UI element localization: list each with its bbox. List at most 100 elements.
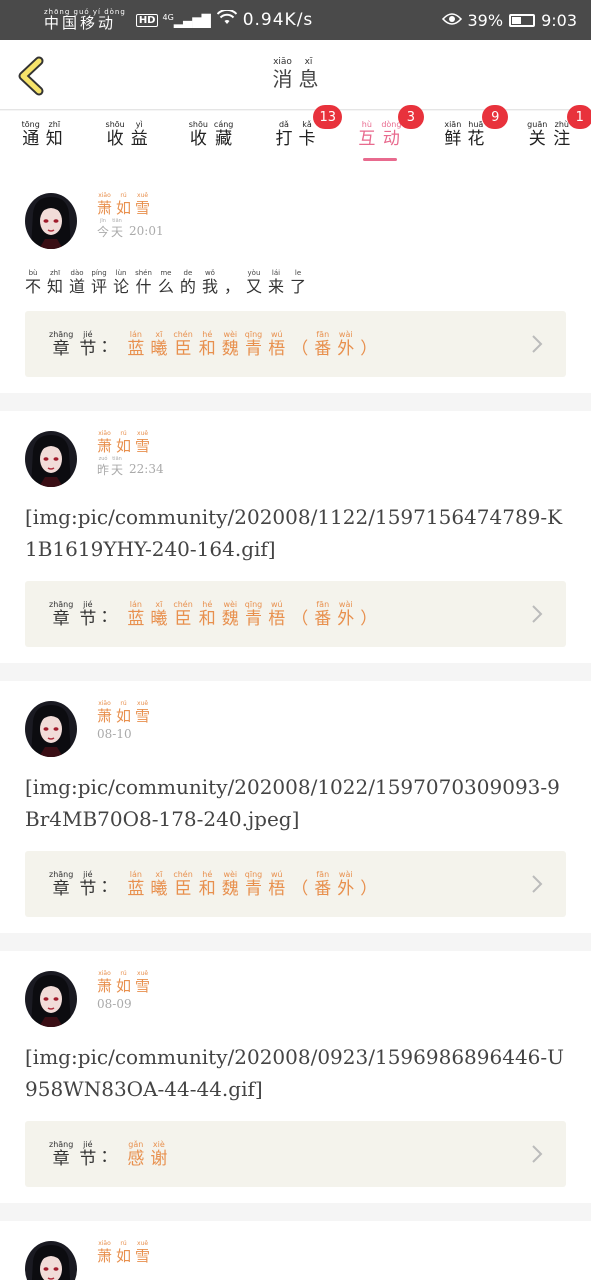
chapter-link[interactable]: zhāng 章 jié 节： lán 蓝 xī 曦 chén 臣 hé 和 wèi 魏 qīng 青 wú 梧 （…	[25, 851, 566, 917]
hanzi: 章	[52, 878, 70, 899]
message-header: xiāo 萧 rú 如 xuě 雪 jīn 今 tiān 天 20:01	[25, 191, 566, 249]
hanzi: 萧	[97, 707, 113, 725]
tab-shōu-cáng[interactable]: shōu 收 cáng 藏	[169, 111, 253, 173]
message-card[interactable]: xiāo 萧 rú 如 xuě 雪	[0, 1221, 591, 1280]
hanzi: （	[291, 878, 309, 899]
username[interactable]: xiāo 萧 rú 如 xuě 雪	[97, 971, 150, 994]
pinyin: de	[183, 269, 193, 277]
message-card[interactable]: xiāo 萧 rú 如 xuě 雪 zuó 昨 tiān 天 22:34 [img:pic/commu…	[0, 411, 591, 663]
message-meta: xiāo 萧 rú 如 xuě 雪 08-09	[97, 971, 150, 1012]
message-text: [img:pic/community/202008/0923/159698689…	[25, 1045, 565, 1101]
chevron-right-icon	[530, 1144, 544, 1164]
pinyin: le	[294, 269, 302, 277]
message-char: de 的	[180, 270, 196, 295]
pinyin: chén	[173, 599, 193, 609]
chapter-name-char: hé 和	[198, 330, 216, 359]
pinyin: shén	[135, 269, 152, 277]
hanzi: ）	[360, 338, 378, 359]
message-card[interactable]: xiāo 萧 rú 如 xuě 雪 08-09 [img:pic/community/2020…	[0, 951, 591, 1203]
username[interactable]: xiāo 萧 rú 如 xuě 雪	[97, 1241, 150, 1264]
message-card[interactable]: xiāo 萧 rú 如 xuě 雪 jīn 今 tiān 天 20:01 bù 不 zhī 知 dào 道 pín…	[0, 173, 591, 393]
avatar[interactable]	[25, 193, 77, 249]
username-char: xiāo 萧	[97, 971, 112, 994]
hanzi: 外	[337, 338, 355, 359]
pinyin: zhù	[554, 120, 569, 129]
tab-hù-dòng[interactable]: hù 互 dòng 动 3	[338, 105, 424, 173]
pinyin: hù	[361, 120, 372, 129]
message-char: lái 来	[268, 270, 284, 295]
username[interactable]: xiāo 萧 rú 如 xuě 雪	[97, 701, 150, 724]
avatar[interactable]	[25, 971, 77, 1027]
avatar[interactable]	[25, 431, 77, 487]
chapter-label: zhāng 章 jié 节	[49, 600, 96, 628]
pinyin: wài	[338, 599, 353, 609]
avatar[interactable]	[25, 1241, 77, 1280]
chapter-name: lán 蓝 xī 曦 chén 臣 hé 和 wèi 魏 qīng 青 wú 梧 （fān 番 wài 外 ）	[127, 599, 378, 629]
chapter-link[interactable]: zhāng 章 jié 节： lán 蓝 xī 曦 chén 臣 hé 和 wèi 魏 qīng 青 wú 梧 （…	[25, 581, 566, 647]
pinyin: zhāng	[49, 869, 74, 879]
hanzi: 谢	[150, 1148, 168, 1169]
chapter-label: zhāng 章 jié 节	[49, 329, 96, 358]
hanzi: 臣	[174, 608, 192, 629]
hanzi: 鲜	[444, 129, 462, 149]
unread-badge: 3	[397, 105, 424, 129]
message-char: ，	[224, 270, 240, 295]
hanzi: 魏	[221, 878, 239, 899]
chapter-name-char: hé 和	[198, 600, 216, 629]
tab-xiān-huā[interactable]: xiān 鲜 huā 花 9	[422, 105, 509, 173]
hanzi: 雪	[135, 977, 151, 995]
hanzi: 青	[245, 878, 263, 899]
hanzi: 和	[198, 338, 216, 359]
chapter-name: lán 蓝 xī 曦 chén 臣 hé 和 wèi 魏 qīng 青 wú 梧 （fān 番 wài 外 ）	[127, 870, 377, 899]
hanzi: 和	[198, 608, 216, 629]
hanzi: 来	[267, 277, 284, 296]
carrier: zhōng guó yí dòng 中国移动	[44, 9, 126, 31]
pinyin: wèi	[223, 329, 238, 339]
username-char: rú 如	[116, 431, 131, 454]
pinyin: qīng	[244, 329, 263, 339]
chapter-link[interactable]: zhāng 章 jié 节： gǎn 感 xiè 谢	[25, 1121, 566, 1187]
username-char: xuě 雪	[135, 193, 150, 216]
hanzi: ）	[360, 608, 378, 629]
tab-label-char: shōu 收	[189, 121, 208, 173]
battery-icon	[509, 13, 536, 27]
username[interactable]: xiāo 萧 rú 如 xuě 雪	[97, 431, 164, 454]
hanzi: 如	[116, 437, 132, 455]
pinyin: jié	[83, 329, 93, 339]
chapter-label-char: jié 节	[79, 870, 96, 898]
chapter-link[interactable]: zhāng 章 jié 节： lán 蓝 xī 曦 chén 臣 hé 和 wèi 魏 qīng 青 wú 梧 （…	[25, 311, 566, 377]
chapter-name-char: qīng 青	[244, 329, 263, 358]
username-char: xiāo 萧	[97, 193, 112, 216]
hanzi: 天	[111, 463, 124, 477]
username[interactable]: xiāo 萧 rú 如 xuě 雪	[97, 193, 164, 216]
message-header: xiāo 萧 rú 如 xuě 雪	[25, 1239, 566, 1280]
tab-shōu-yì[interactable]: shōu 收 yì 益	[84, 111, 168, 173]
hanzi: 如	[116, 707, 132, 725]
hanzi: 我	[201, 277, 218, 296]
pinyin: lán	[129, 599, 142, 609]
pinyin	[298, 871, 301, 879]
hanzi: 通	[22, 129, 40, 149]
active-tab-indicator	[362, 158, 397, 161]
pinyin: xiān	[444, 120, 462, 129]
hanzi: 雪	[135, 707, 151, 725]
message-char: dào 道	[69, 270, 85, 295]
tab-guān-zhù[interactable]: guān 关 zhù 注 1	[507, 105, 591, 173]
chapter-label: zhāng 章 jié 节	[49, 1140, 96, 1168]
tab-dǎ-kǎ[interactable]: dǎ 打 kǎ 卡 13	[253, 105, 343, 173]
hanzi: 互	[358, 129, 376, 149]
hanzi: 评	[91, 277, 108, 296]
hanzi: （	[291, 338, 309, 359]
message-header: xiāo 萧 rú 如 xuě 雪 08-10	[25, 699, 566, 757]
hanzi: 关	[528, 129, 546, 149]
day-char: tiān 天	[111, 219, 124, 239]
hanzi: 今	[97, 225, 110, 239]
avatar[interactable]	[25, 701, 77, 757]
message-card[interactable]: xiāo 萧 rú 如 xuě 雪 08-10 [img:pic/community/2020…	[0, 681, 591, 933]
carrier-name: 中国移动	[44, 14, 117, 32]
hanzi: 天	[111, 225, 124, 239]
hanzi: 番	[314, 338, 332, 359]
time-value: 20:01	[129, 224, 164, 238]
message-char: lùn 论	[113, 270, 129, 295]
tab-tōng-zhī[interactable]: tōng 通 zhī 知	[0, 111, 84, 173]
